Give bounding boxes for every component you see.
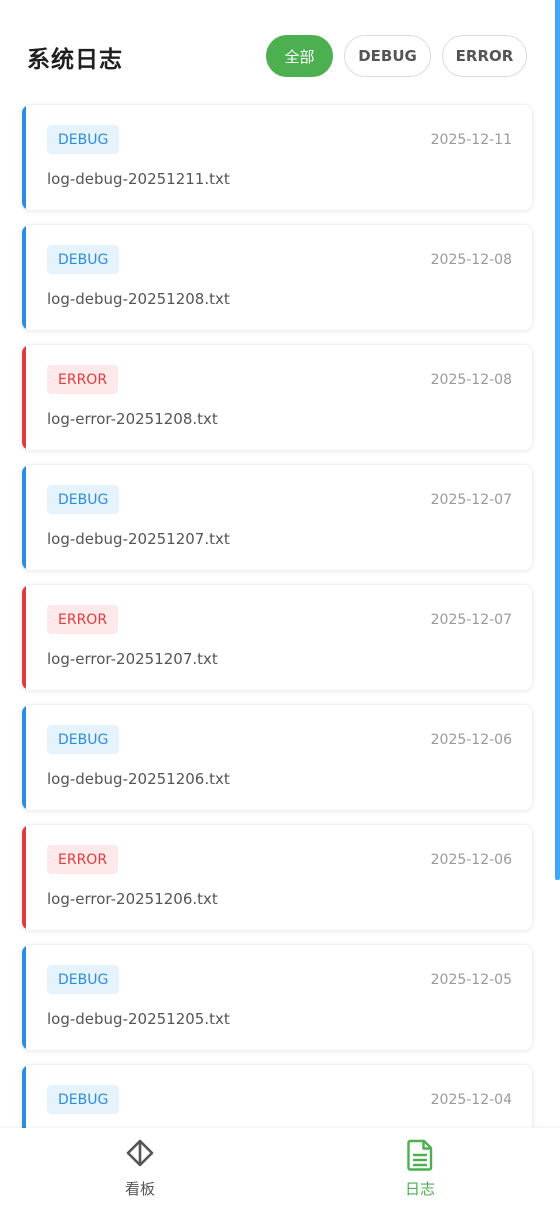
log-level-badge: DEBUG	[47, 1085, 120, 1114]
log-level-badge: ERROR	[47, 365, 119, 394]
diamond-icon	[126, 1139, 154, 1171]
log-filename: log-error-20251206.txt	[47, 890, 218, 908]
log-level-badge: DEBUG	[47, 965, 120, 994]
log-card[interactable]: ERROR 2025-12-07 log-error-20251207.txt	[21, 584, 533, 691]
log-date: 2025-12-07	[430, 492, 512, 508]
log-card[interactable]: ERROR 2025-12-08 log-error-20251208.txt	[21, 344, 533, 451]
log-level-badge: DEBUG	[47, 125, 120, 154]
log-filename: log-debug-20251208.txt	[47, 290, 230, 308]
log-filename: log-error-20251207.txt	[47, 650, 218, 668]
bottom-nav: 看板 日志	[0, 1128, 560, 1209]
log-filename: log-debug-20251205.txt	[47, 1010, 230, 1028]
log-card[interactable]: DEBUG 2025-12-05 log-debug-20251205.txt	[21, 944, 533, 1051]
log-level-badge: ERROR	[47, 605, 119, 634]
log-list: DEBUG 2025-12-11 log-debug-20251211.txt DEB…	[21, 104, 533, 1184]
header: 系统日志 全部 DEBUG ERROR	[0, 0, 560, 104]
app-root: 系统日志 全部 DEBUG ERROR DEBUG 2025-12-11 log-d…	[0, 0, 560, 1209]
log-date: 2025-12-05	[430, 972, 512, 988]
log-date: 2025-12-04	[430, 1092, 512, 1108]
log-filename: log-error-20251208.txt	[47, 410, 218, 428]
page-title: 系统日志	[27, 47, 123, 73]
log-level-badge: ERROR	[47, 845, 119, 874]
log-date: 2025-12-07	[430, 612, 512, 628]
log-card[interactable]: DEBUG 2025-12-11 log-debug-20251211.txt	[21, 104, 533, 211]
log-date: 2025-12-08	[430, 252, 512, 268]
log-card[interactable]: DEBUG 2025-12-08 log-debug-20251208.txt	[21, 224, 533, 331]
document-icon	[406, 1139, 434, 1175]
filter-all-button[interactable]: 全部	[266, 35, 333, 77]
log-date: 2025-12-08	[430, 372, 512, 388]
nav-item-dashboard[interactable]: 看板	[0, 1128, 280, 1209]
log-level-badge: DEBUG	[47, 725, 120, 754]
filter-error-button[interactable]: ERROR	[442, 35, 527, 77]
scrollbar[interactable]	[554, 0, 560, 1209]
filter-group: 全部 DEBUG ERROR	[266, 35, 527, 77]
nav-label-logs: 日志	[404, 1180, 435, 1198]
log-card[interactable]: DEBUG 2025-12-06 log-debug-20251206.txt	[21, 704, 533, 811]
log-filename: log-debug-20251211.txt	[47, 170, 230, 188]
log-filename: log-debug-20251207.txt	[47, 530, 230, 548]
log-date: 2025-12-06	[430, 732, 512, 748]
log-card[interactable]: DEBUG 2025-12-07 log-debug-20251207.txt	[21, 464, 533, 571]
filter-debug-button[interactable]: DEBUG	[344, 35, 431, 77]
log-level-badge: DEBUG	[47, 245, 120, 274]
log-level-badge: DEBUG	[47, 485, 120, 514]
log-date: 2025-12-11	[430, 132, 512, 148]
scrollbar-thumb[interactable]	[555, 0, 560, 880]
nav-label-dashboard: 看板	[124, 1180, 155, 1198]
nav-item-logs[interactable]: 日志	[280, 1128, 560, 1209]
log-card[interactable]: ERROR 2025-12-06 log-error-20251206.txt	[21, 824, 533, 931]
log-date: 2025-12-06	[430, 852, 512, 868]
log-filename: log-debug-20251206.txt	[47, 770, 230, 788]
